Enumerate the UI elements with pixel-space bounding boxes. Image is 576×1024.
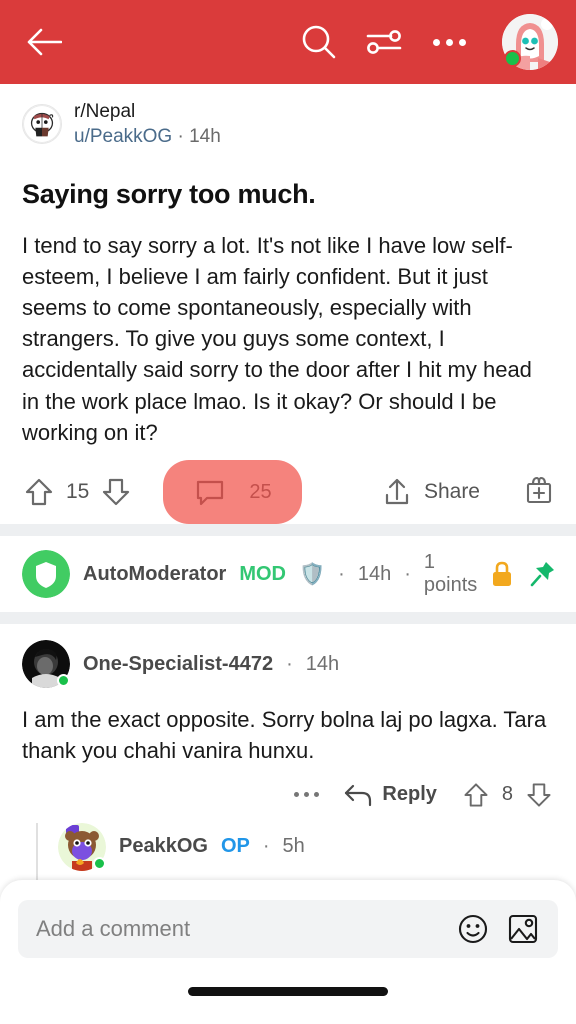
downvote-arrow-icon[interactable] — [524, 780, 554, 810]
post-score: 15 — [66, 480, 89, 504]
comment-timestamp: 14h — [358, 563, 391, 586]
post-title: Saying sorry too much. — [22, 179, 554, 210]
sort-filter-button[interactable] — [365, 25, 403, 59]
post-header[interactable]: r/Nepal u/PeakkOG · 14h — [22, 100, 554, 149]
image-attach-icon[interactable] — [506, 912, 540, 946]
downvote-arrow-icon[interactable] — [99, 475, 133, 509]
upvote-arrow-icon[interactable] — [461, 780, 491, 810]
comment-more-options-button[interactable] — [294, 792, 319, 797]
comment-header: PeakkOG OP · 5h — [58, 823, 554, 871]
comment-placeholder: Add a comment — [36, 916, 456, 942]
meta-separator: · — [286, 653, 293, 676]
subreddit-avatar-icon — [22, 104, 62, 144]
mod-shield-badge-icon: 🛡️ — [299, 564, 325, 585]
post-meta: r/Nepal u/PeakkOG · 14h — [74, 100, 221, 149]
comment-input-field[interactable]: Add a comment — [18, 900, 558, 958]
section-divider — [0, 612, 576, 624]
post-author[interactable]: u/PeakkOG — [74, 126, 172, 147]
reply-arrow-icon — [343, 782, 373, 808]
home-indicator — [188, 987, 388, 996]
op-badge: OP — [221, 835, 250, 858]
more-options-icon — [446, 39, 453, 46]
app-header — [0, 0, 576, 84]
comment-count-label: 25 — [249, 481, 271, 504]
upvote-arrow-icon[interactable] — [22, 475, 56, 509]
more-options-icon — [304, 792, 309, 797]
comment-action-row: Reply 8 — [22, 767, 554, 823]
search-icon — [299, 22, 339, 62]
share-icon — [381, 476, 413, 508]
meta-separator: · — [263, 835, 270, 858]
automoderator-shield-avatar — [22, 550, 70, 598]
home-indicator-area — [18, 958, 558, 1024]
search-button[interactable] — [299, 22, 339, 62]
online-status-indicator — [504, 50, 521, 67]
post-container: r/Nepal u/PeakkOG · 14h Saying sorry too… — [0, 84, 576, 524]
pin-icon — [530, 560, 556, 588]
comment-author[interactable]: One-Specialist-4472 — [83, 653, 273, 676]
byline-separator: · — [178, 126, 184, 147]
more-options-icon — [433, 39, 440, 46]
reply-label: Reply — [382, 783, 436, 806]
comment-author[interactable]: AutoModerator — [83, 563, 226, 586]
comment-header: One-Specialist-4472 · 14h — [22, 640, 554, 688]
award-gift-icon — [522, 473, 556, 507]
post-vote-group: 15 — [14, 475, 133, 509]
comment-count-button[interactable]: 25 — [163, 460, 301, 524]
online-status-indicator — [57, 674, 70, 687]
comment-bubble-icon — [193, 475, 227, 509]
post-body-text: I tend to say sorry a lot. It's not like… — [22, 230, 554, 449]
comment-avatar[interactable] — [58, 823, 106, 871]
mod-badge: MOD — [239, 563, 286, 586]
post-timestamp: 14h — [189, 126, 221, 147]
comment-points: 1 points — [424, 551, 477, 597]
section-divider — [0, 524, 576, 536]
comment-author[interactable]: PeakkOG — [119, 835, 208, 858]
comment-body-text: I am the exact opposite. Sorry bolna laj… — [22, 704, 554, 766]
comment-avatar[interactable] — [22, 550, 70, 598]
post-byline: u/PeakkOG · 14h — [74, 125, 221, 149]
profile-avatar-button[interactable] — [502, 14, 558, 70]
comment-header: AutoModerator MOD 🛡️ · 14h · 1 points — [22, 550, 554, 598]
comment-vote-group: 8 — [461, 780, 554, 810]
comment-input-icons — [456, 912, 540, 946]
more-options-icon — [459, 39, 466, 46]
comment-status-icons — [490, 560, 558, 588]
share-label: Share — [424, 480, 480, 504]
sliders-filter-icon — [365, 25, 403, 59]
reply-button[interactable]: Reply — [343, 782, 436, 808]
more-options-button[interactable] — [429, 39, 470, 46]
comment-automoderator: AutoModerator MOD 🛡️ · 14h · 1 points — [0, 536, 576, 612]
header-actions — [299, 14, 558, 70]
share-button[interactable]: Share — [381, 476, 480, 508]
subreddit-name[interactable]: r/Nepal — [74, 100, 221, 124]
post-detail-scroll: r/Nepal u/PeakkOG · 14h Saying sorry too… — [0, 84, 576, 989]
lock-icon — [490, 560, 514, 588]
back-arrow-icon — [26, 27, 62, 57]
meta-separator: · — [404, 563, 411, 586]
add-comment-bar: Add a comment — [0, 880, 576, 1024]
emoji-smiley-icon[interactable] — [456, 912, 490, 946]
more-options-icon — [314, 792, 319, 797]
online-status-indicator — [93, 857, 106, 870]
comment-avatar[interactable] — [22, 640, 70, 688]
comment-timestamp: 5h — [283, 835, 305, 858]
comment-score: 8 — [502, 783, 513, 806]
meta-separator: · — [338, 563, 345, 586]
comment-timestamp: 14h — [306, 653, 339, 676]
award-button[interactable] — [522, 473, 562, 512]
more-options-icon — [294, 792, 299, 797]
back-button[interactable] — [22, 20, 66, 64]
post-action-bar: 15 25 Share — [14, 460, 562, 524]
